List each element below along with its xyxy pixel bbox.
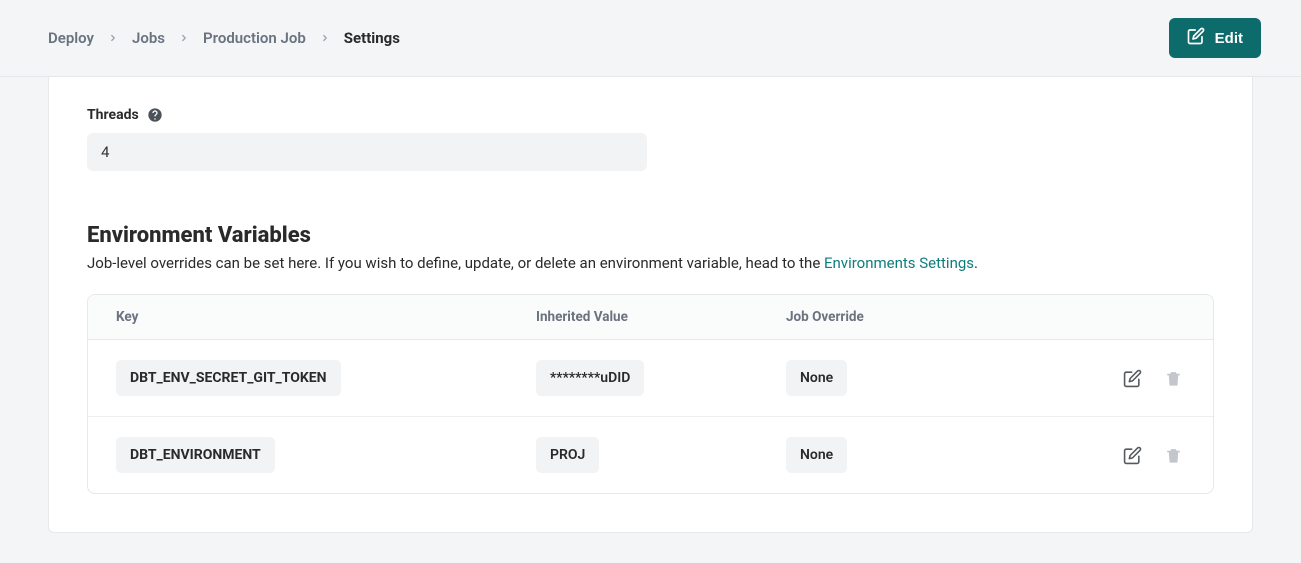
env-key: DBT_ENV_SECRET_GIT_TOKEN [116,360,341,396]
breadcrumb-settings: Settings [344,29,400,47]
breadcrumb-jobs[interactable]: Jobs [132,29,165,47]
table-row: DBT_ENVIRONMENT PROJ None [88,417,1213,493]
content: Threads 4 Environment Variables Job-leve… [0,77,1301,563]
threads-label-row: Threads [87,107,1214,123]
edit-icon [1187,27,1205,49]
delete-row-button[interactable] [1162,367,1185,390]
header-key: Key [116,309,536,325]
row-actions [1075,367,1185,390]
header-inherited: Inherited Value [536,309,786,325]
env-inherited-value: PROJ [536,437,599,473]
env-inherited-value: ********uDID [536,360,644,396]
threads-input: 4 [87,133,647,171]
header-override: Job Override [786,309,1075,325]
table-row: DBT_ENV_SECRET_GIT_TOKEN ********uDID No… [88,340,1213,417]
settings-card: Threads 4 Environment Variables Job-leve… [48,77,1253,533]
chevron-right-icon [179,33,189,43]
edit-row-button[interactable] [1121,444,1144,467]
env-vars-desc-suffix: . [974,254,978,272]
header-bar: Deploy Jobs Production Job Settings Edit [0,0,1301,77]
breadcrumb: Deploy Jobs Production Job Settings [48,29,400,47]
edit-button-label: Edit [1215,30,1243,47]
threads-label: Threads [87,107,139,123]
edit-row-button[interactable] [1121,367,1144,390]
env-key: DBT_ENVIRONMENT [116,437,275,473]
delete-row-button[interactable] [1162,444,1185,467]
env-table-header: Key Inherited Value Job Override [88,295,1213,340]
env-vars-table: Key Inherited Value Job Override DBT_ENV… [87,294,1214,494]
breadcrumb-production-job[interactable]: Production Job [203,29,306,47]
help-icon[interactable] [147,107,163,123]
environments-settings-link[interactable]: Environments Settings [824,254,974,272]
env-vars-desc-prefix: Job-level overrides can be set here. If … [87,254,824,272]
env-vars-description: Job-level overrides can be set here. If … [87,254,1214,272]
breadcrumb-deploy[interactable]: Deploy [48,29,94,47]
env-vars-title: Environment Variables [87,223,1214,248]
chevron-right-icon [320,33,330,43]
env-override-value: None [786,437,847,473]
row-actions [1075,444,1185,467]
chevron-right-icon [108,33,118,43]
edit-button[interactable]: Edit [1169,18,1261,58]
env-override-value: None [786,360,847,396]
